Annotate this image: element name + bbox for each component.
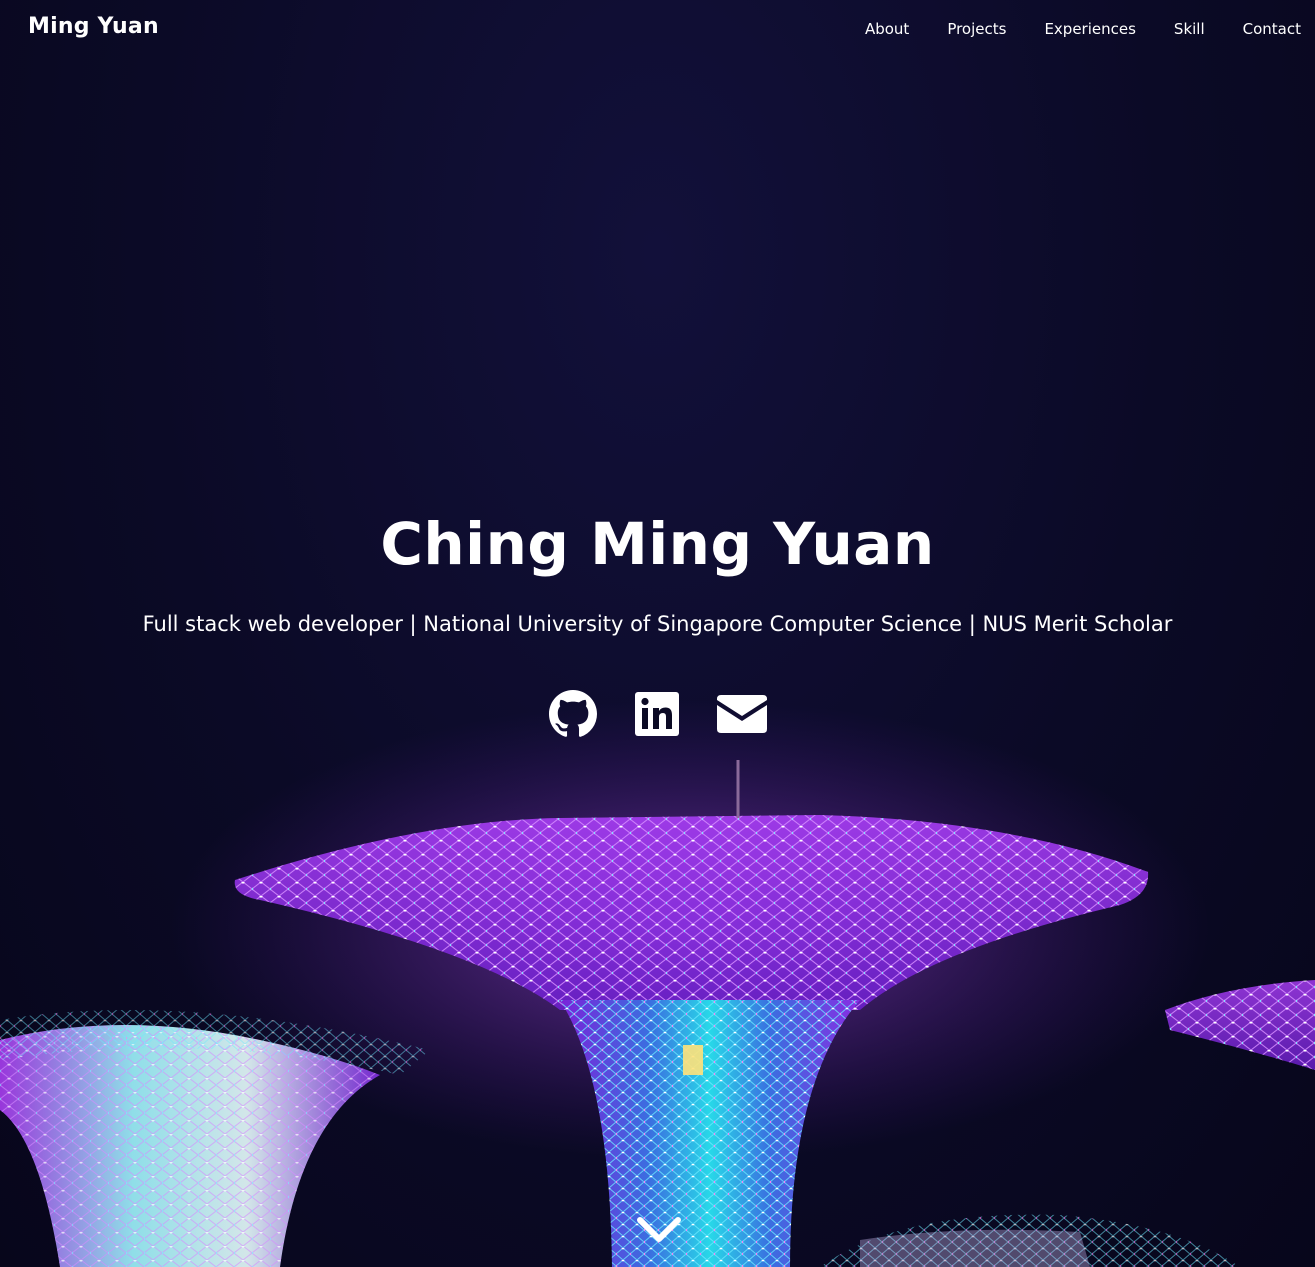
hero-title: Ching Ming Yuan bbox=[380, 510, 935, 578]
nav-link-skill[interactable]: Skill bbox=[1155, 20, 1224, 38]
hero-page: Ming Yuan About Projects Experiences Ski… bbox=[0, 0, 1315, 1267]
github-link[interactable] bbox=[548, 690, 597, 738]
linkedin-icon bbox=[634, 692, 679, 736]
nav-link-experiences[interactable]: Experiences bbox=[1025, 20, 1154, 38]
chevron-down-icon bbox=[637, 1217, 681, 1242]
brand-logo[interactable]: Ming Yuan bbox=[28, 14, 159, 39]
scroll-down-button[interactable] bbox=[636, 1214, 682, 1248]
linkedin-link[interactable] bbox=[634, 692, 679, 736]
github-icon bbox=[548, 690, 597, 737]
nav-link-contact[interactable]: Contact bbox=[1224, 20, 1301, 38]
nav-links: About Projects Experiences Skill Contact bbox=[846, 20, 1301, 38]
social-links bbox=[0, 690, 1315, 738]
email-link[interactable] bbox=[716, 695, 767, 733]
nav-link-about[interactable]: About bbox=[846, 20, 928, 38]
navbar: Ming Yuan About Projects Experiences Ski… bbox=[0, 0, 1315, 60]
envelope-icon bbox=[716, 695, 767, 733]
nav-link-projects[interactable]: Projects bbox=[928, 20, 1025, 38]
hero-subtitle: Full stack web developer | National Univ… bbox=[142, 612, 1173, 636]
